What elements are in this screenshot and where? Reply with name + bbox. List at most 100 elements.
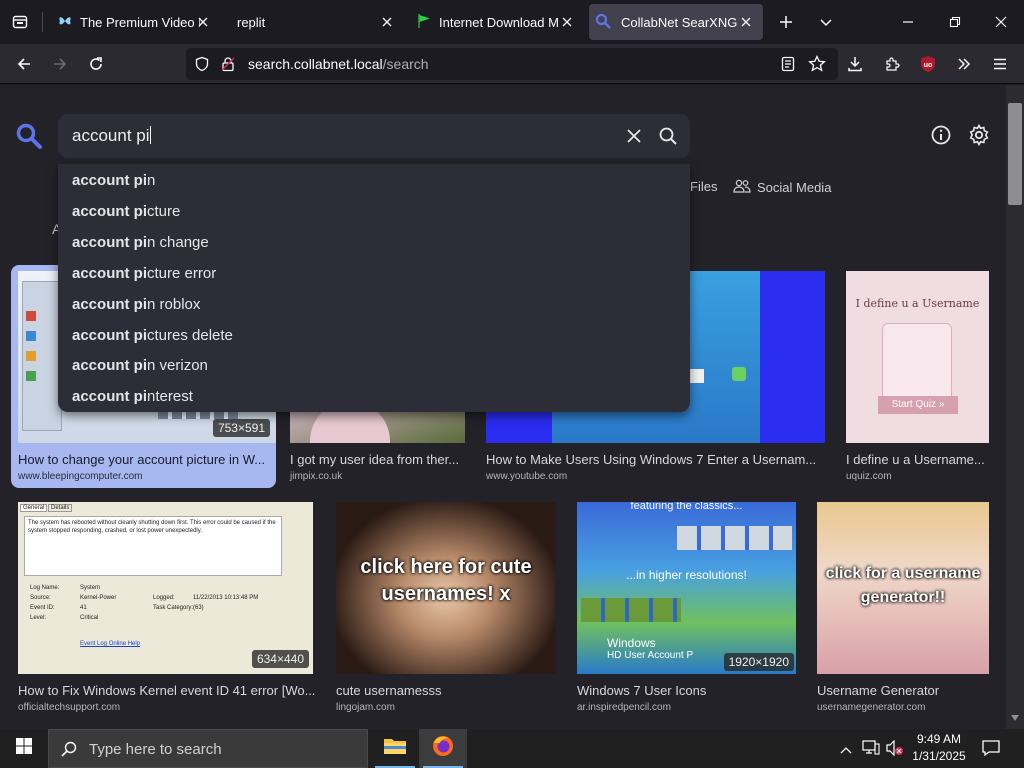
taskbar-firefox[interactable] [419,729,467,768]
suggestion-item[interactable]: account pin verizon [72,357,208,374]
more-tools-icon[interactable] [948,48,980,80]
thumb-event-value: 11/22/2013 10:13:48 PM [193,595,259,601]
network-icon[interactable] [862,740,880,761]
close-window-button[interactable] [985,6,1017,38]
searxng-logo-icon[interactable] [15,122,43,155]
result-title[interactable]: Windows 7 User Icons [577,683,796,698]
gear-icon[interactable] [968,123,990,151]
green-flag-icon [416,13,432,32]
thumb-decor [882,323,952,403]
reader-view-icon[interactable] [780,56,796,77]
thumb-event-text: The system has rebooted without cleanly … [28,520,276,534]
image-result-card[interactable]: General Details The system has rebooted … [18,502,315,714]
close-tab-icon[interactable] [737,13,755,31]
tab-premium-video[interactable]: The Premium Video Ma [50,4,218,40]
close-tab-icon[interactable] [378,13,396,31]
people-icon [733,179,751,196]
tab-internet-download[interactable]: Internet Download Ma [410,4,582,40]
tab-replit[interactable]: replit [222,4,404,40]
resolution-badge: 634×440 [251,650,309,668]
thumb-event-value: System [80,585,101,591]
category-social-media[interactable]: Social Media [733,179,831,196]
result-title[interactable]: How to Make Users Using Windows 7 Enter … [486,452,825,467]
scroll-down-arrow-icon[interactable] [1011,708,1019,726]
taskbar-file-explorer[interactable] [371,729,419,768]
reload-button[interactable] [80,48,112,80]
category-files[interactable]: Files [690,179,717,194]
suggestion-rest: cture error [147,265,217,282]
forward-button[interactable] [44,48,76,80]
new-tab-button[interactable] [770,6,802,38]
suggestion-rest: n roblox [147,296,201,313]
bookmark-star-icon[interactable] [808,54,826,78]
tab-collabnet-searxng[interactable]: CollabNet SearXNG [589,4,763,40]
taskbar-clock[interactable]: 9:49 AM 1/31/2025 [908,731,970,765]
show-hidden-icons-icon[interactable] [840,742,852,760]
result-title[interactable]: cute usernamesss [336,683,555,698]
clear-search-icon[interactable] [625,127,643,150]
start-button[interactable] [0,729,48,768]
windows-taskbar: Type here to search 9:49 AM 1/31/2025 [0,729,1024,768]
list-all-tabs-button[interactable] [810,6,842,38]
taskbar-search-box[interactable]: Type here to search [48,729,368,768]
suggestion-item[interactable]: account pin roblox [72,296,200,313]
suggestion-match: account pi [72,357,148,374]
app-menu-icon[interactable] [984,48,1016,80]
result-thumbnail[interactable]: click here for cute usernames! x [336,502,555,674]
firefox-view-icon[interactable] [4,6,36,38]
thumb-decor [677,526,792,550]
search-input[interactable]: account pi [58,114,690,158]
thumb-decor [581,598,681,622]
image-result-card[interactable]: featuring the classics... ...in higher r… [577,502,796,714]
thumb-caption: ...in higher resolutions! [626,568,747,582]
thumb-event-value: (63) [193,605,204,611]
result-title[interactable]: I got my user idea from ther... [290,452,465,467]
result-title[interactable]: I define u a Username... [846,452,989,467]
lock-icon[interactable] [220,56,236,77]
suggestion-item[interactable]: account pictures delete [72,327,233,344]
result-thumbnail[interactable]: I define u a Username Start Quiz » [846,271,989,443]
suggestion-rest: nterest [147,388,193,405]
result-thumbnail[interactable]: featuring the classics... ...in higher r… [577,502,796,674]
thumb-caption: Windows [607,636,656,650]
image-result-card[interactable]: click for a username generator!! Usernam… [817,502,989,714]
ublock-origin-icon[interactable]: uo [912,48,944,80]
suggestion-item[interactable]: account pin [72,172,155,189]
close-tab-icon[interactable] [194,13,212,31]
suggestion-item[interactable]: account picture error [72,265,216,282]
search-query: account pi [72,126,151,146]
suggestion-item[interactable]: account picture [72,203,180,220]
result-title[interactable]: How to change your account picture in W.… [18,452,270,467]
notifications-icon[interactable] [982,739,1000,762]
search-submit-icon[interactable] [658,126,678,151]
suggestion-rest: n change [147,234,209,251]
svg-text:uo: uo [924,62,933,69]
restore-button[interactable] [939,6,971,38]
extensions-icon[interactable] [876,48,908,80]
result-title[interactable]: How to Fix Windows Kernel event ID 41 er… [18,683,318,698]
scrollbar-thumb[interactable] [1008,103,1022,205]
volume-muted-icon[interactable] [886,739,904,761]
thumb-event-label: Logged: [153,595,175,601]
result-thumbnail[interactable]: click for a username generator!! [817,502,989,674]
thumb-quiz-button: Start Quiz » [878,396,958,414]
suggestion-match: account pi [72,203,148,220]
info-icon[interactable] [930,124,952,151]
back-button[interactable] [8,48,40,80]
downloads-icon[interactable] [839,48,871,80]
minimize-button[interactable] [892,6,924,38]
suggestion-item[interactable]: account pin change [72,234,209,251]
image-result-card[interactable]: click here for cute usernames! x cute us… [336,502,555,714]
windows-logo-icon [16,738,32,759]
address-bar[interactable]: search.collabnet.local/search [186,48,838,80]
result-thumbnail[interactable]: General Details The system has rebooted … [18,502,313,674]
shield-icon[interactable] [194,56,210,77]
result-source: www.youtube.com [486,471,568,482]
url-text: search.collabnet.local/search [248,56,429,72]
taskbar-search-placeholder: Type here to search [89,741,222,758]
page-scrollbar[interactable] [1006,85,1024,729]
result-title[interactable]: Username Generator [817,683,989,698]
suggestion-item[interactable]: account pinterest [72,388,193,405]
close-tab-icon[interactable] [558,13,576,31]
image-result-card[interactable]: I define u a Username Start Quiz » I def… [846,271,989,491]
